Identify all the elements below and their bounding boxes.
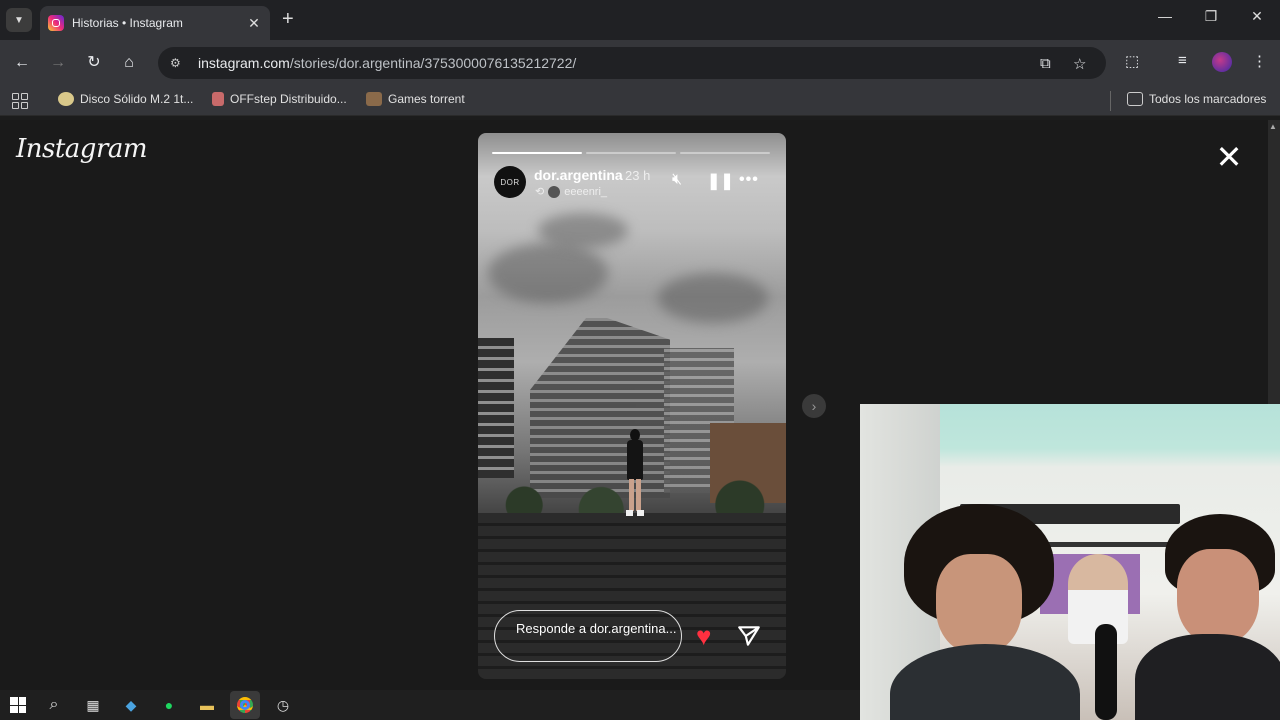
cloud <box>538 213 628 248</box>
like-heart-icon[interactable]: ♥ <box>696 623 711 649</box>
apps-grid-icon[interactable] <box>12 93 28 109</box>
story-username[interactable]: dor.argentina <box>534 167 623 183</box>
tab-close-icon[interactable]: ✕ <box>246 15 262 32</box>
bookmark-label: Games torrent <box>388 92 465 106</box>
next-story-arrow-icon[interactable]: › <box>802 394 826 418</box>
mute-icon[interactable]: 🔇︎ <box>672 171 682 189</box>
clock-app-icon[interactable]: ◷ <box>273 695 293 715</box>
browser-toolbar: ← → ↻ ⌂ ⚙ instagram.com/stories/dor.arge… <box>0 40 1280 86</box>
progress-segment <box>680 152 770 154</box>
person-right <box>1135 514 1280 720</box>
progress-segment <box>586 152 676 154</box>
person-figure <box>626 429 644 517</box>
profile-avatar-icon[interactable] <box>1212 52 1232 72</box>
bookmarks-bar: Disco Sólido M.2 1t... OFFstep Distribui… <box>0 86 1280 116</box>
microphone <box>1095 624 1117 720</box>
reload-icon[interactable]: ↻ <box>83 52 105 74</box>
back-icon[interactable]: ← <box>11 52 33 74</box>
menu-icon[interactable]: ⋮ <box>1252 52 1267 70</box>
pause-icon[interactable]: ❚❚ <box>707 171 734 191</box>
minimize-button[interactable]: — <box>1142 8 1188 24</box>
bookmark-star-icon[interactable]: ☆ <box>1073 55 1086 73</box>
windows-start-icon[interactable] <box>8 695 28 715</box>
person-left <box>890 504 1080 720</box>
bookmark-label: OFFstep Distribuido... <box>230 92 347 106</box>
story-progress <box>492 152 770 154</box>
calculator-icon[interactable]: ▦ <box>83 695 103 715</box>
forward-icon[interactable]: → <box>47 52 69 74</box>
cloud <box>488 243 608 303</box>
folder-icon <box>1127 92 1143 106</box>
site-info-icon[interactable]: ⚙ <box>170 56 188 70</box>
disk-icon <box>58 92 74 106</box>
progress-segment <box>492 152 582 154</box>
offstep-icon <box>212 92 224 106</box>
screen: ▼ Historias • Instagram ✕ + — ❐ ✕ ← → ↻ … <box>0 0 1280 720</box>
games-icon <box>366 92 382 106</box>
tab-instagram[interactable]: Historias • Instagram ✕ <box>40 6 270 40</box>
repost-username: eeeenri_ <box>564 185 608 198</box>
tab-strip: ▼ Historias • Instagram ✕ + — ❐ ✕ <box>0 0 1280 40</box>
restore-button[interactable]: ❐ <box>1188 8 1234 25</box>
bookmark-label: Disco Sólido M.2 1t... <box>80 92 194 106</box>
bookmark-item[interactable]: Disco Sólido M.2 1t... <box>58 92 193 106</box>
instagram-logo[interactable]: Instagram <box>16 134 148 164</box>
story-viewer[interactable]: DOR dor.argentina 23 h ⟲ eeeenri_ 🔇︎ ❚❚ … <box>478 133 786 679</box>
taskbar: ⌕ ▦ ◆ ● ▬ ◷ <box>0 690 860 720</box>
install-app-icon[interactable]: ⧉ <box>1040 55 1051 72</box>
all-bookmarks[interactable]: Todos los marcadores <box>1127 92 1266 106</box>
tab-search-button[interactable]: ▼ <box>6 8 32 32</box>
file-explorer-icon[interactable]: ▬ <box>197 695 217 715</box>
bookmark-item[interactable]: OFFstep Distribuido... <box>212 92 347 106</box>
extensions-icon[interactable]: ⬚ <box>1125 52 1139 70</box>
more-options-icon[interactable]: ••• <box>739 171 759 189</box>
url-path: /stories/dor.argentina/37530000761352127… <box>289 55 577 71</box>
close-story-icon[interactable]: ✕ <box>1212 141 1246 176</box>
url-text[interactable]: instagram.com/stories/dor.argentina/3753… <box>198 55 576 71</box>
building <box>530 318 670 498</box>
url-host: instagram.com <box>198 55 290 71</box>
cloud <box>658 273 768 323</box>
bookmark-item[interactable]: Games torrent <box>366 92 465 106</box>
repost-avatar <box>548 185 561 198</box>
close-window-button[interactable]: ✕ <box>1234 8 1280 25</box>
scroll-up-arrow-icon[interactable]: ▲ <box>1269 122 1277 131</box>
chrome-icon[interactable] <box>230 691 260 719</box>
app-icon[interactable]: ◆ <box>121 695 141 715</box>
webcam-overlay <box>860 404 1280 720</box>
bookmarks-divider <box>1110 91 1111 111</box>
home-icon[interactable]: ⌂ <box>118 52 140 74</box>
repost-info[interactable]: ⟲ eeeenri_ <box>535 185 607 198</box>
instagram-favicon-icon <box>48 15 64 31</box>
repost-icon: ⟲ <box>535 186 545 198</box>
new-tab-button[interactable]: + <box>282 9 294 29</box>
all-bookmarks-label: Todos los marcadores <box>1149 92 1267 106</box>
story-avatar[interactable]: DOR <box>494 166 526 198</box>
tab-title: Historias • Instagram <box>72 16 183 30</box>
spotify-icon[interactable]: ● <box>159 695 179 715</box>
search-icon[interactable]: ⌕ <box>44 695 64 715</box>
media-controls-icon[interactable]: ≡ <box>1178 52 1187 69</box>
address-bar[interactable]: ⚙ instagram.com/stories/dor.argentina/37… <box>158 47 1106 79</box>
story-time: 23 h <box>625 168 651 183</box>
reply-input[interactable]: Responde a dor.argentina... <box>494 610 682 662</box>
send-icon[interactable] <box>736 623 762 649</box>
building <box>478 338 514 478</box>
